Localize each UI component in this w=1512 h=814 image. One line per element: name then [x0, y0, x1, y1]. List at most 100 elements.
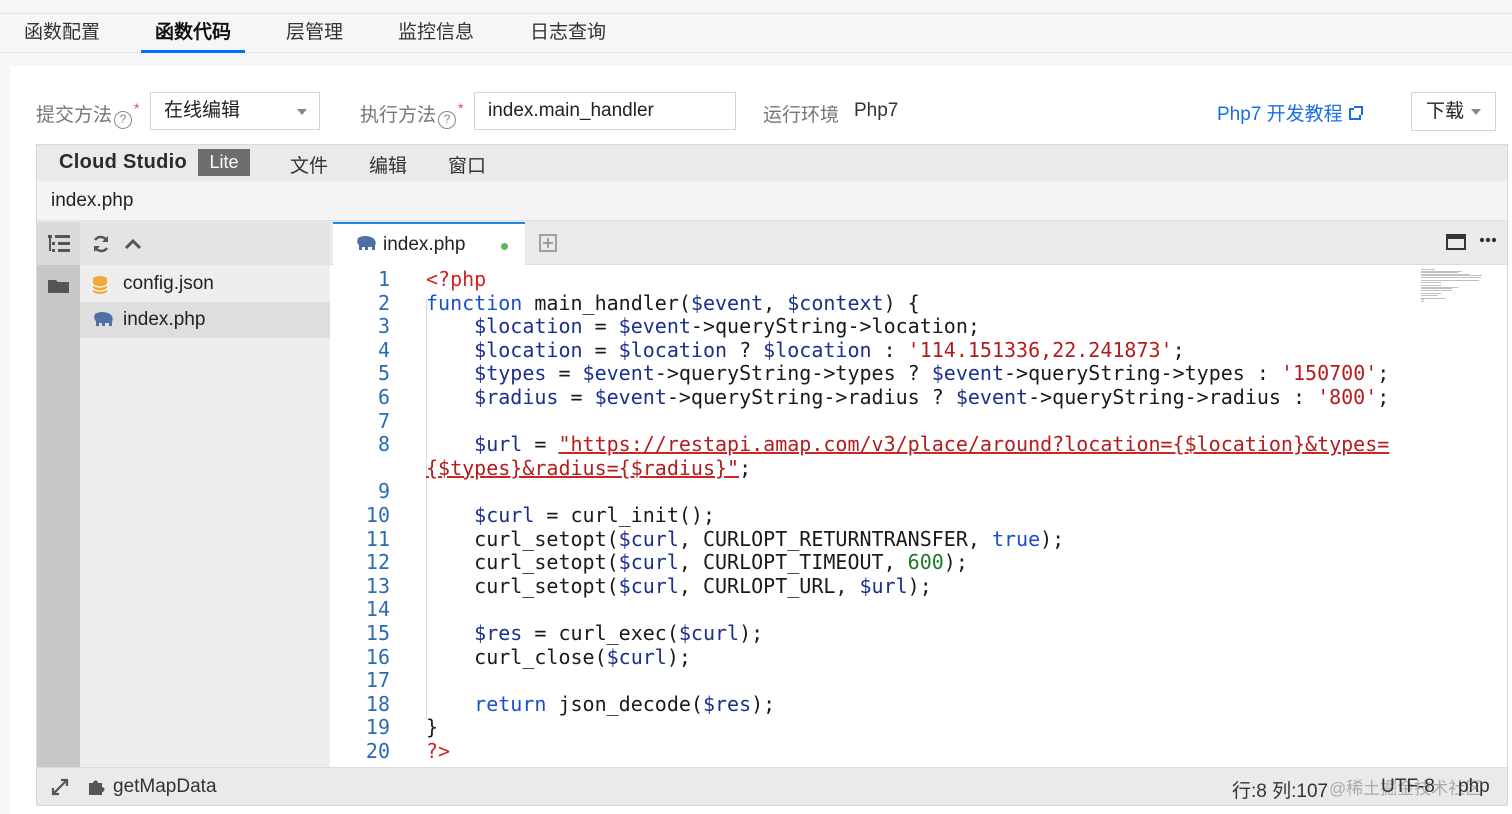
activity-bar	[37, 222, 80, 767]
code-editor[interactable]: 1 <?php 2 function main_handler($event, $co…	[330, 265, 1507, 767]
php-elephant-icon	[94, 312, 113, 326]
help-icon[interactable]: ?	[114, 111, 133, 129]
line-number: 18	[365, 691, 390, 716]
code-text: ?>	[426, 739, 451, 763]
refresh-icon[interactable]	[91, 234, 111, 254]
brand-name: Cloud Studio	[59, 151, 188, 173]
tab-function-code[interactable]: 函数代码	[141, 14, 246, 53]
code-line[interactable]: 20 ?>	[330, 739, 1420, 763]
code-line[interactable]: 10 $curl = curl_init();	[330, 503, 1420, 527]
minimap[interactable]	[1421, 269, 1489, 303]
line-number: 11	[365, 526, 390, 551]
minimap-line	[1421, 276, 1481, 278]
code-text: return json_decode($res);	[474, 691, 776, 716]
folder-icon[interactable]	[47, 277, 71, 295]
download-button[interactable]: 下载	[1411, 92, 1496, 131]
menu-file[interactable]: 文件	[290, 151, 328, 178]
code-text: $url = "https://restapi.amap.com/v3/plac…	[474, 432, 1390, 457]
code-line[interactable]: 19}	[330, 715, 1420, 739]
line-number: 17	[365, 668, 390, 693]
exec-method-label: 执行方法 ?*	[360, 100, 463, 129]
code-line[interactable]: {$types}&radius={$radius}";	[330, 456, 1420, 480]
tab-monitoring[interactable]: 监控信息	[384, 14, 488, 53]
line-number: 14	[365, 597, 390, 622]
code-line[interactable]: 6 $radius = $event->queryString->radius …	[330, 385, 1420, 409]
unsaved-dot-icon	[501, 243, 508, 250]
menu-edit[interactable]: 编辑	[369, 151, 407, 178]
chevron-down-icon	[1471, 109, 1481, 115]
exec-method-input[interactable]: index.main_handler	[474, 92, 736, 130]
code-text: curl_close($curl);	[426, 644, 691, 669]
ide-menubar: Cloud Studio Lite 文件 编辑 窗口	[37, 145, 1507, 181]
submit-method-label: 提交方法 ?*	[36, 100, 139, 129]
code-line[interactable]: 15 $res = curl_exec($curl);	[330, 621, 1420, 645]
line-number: 5	[377, 361, 390, 386]
code-line[interactable]: 2 function main_handler($event, $context)…	[330, 291, 1420, 315]
line-number: 13	[365, 573, 390, 598]
code-line[interactable]: 18 return json_decode($res);	[330, 692, 1420, 716]
php7-tutorial-link[interactable]: Php7 开发教程	[1217, 99, 1363, 126]
encoding-label[interactable]: UTF-8	[1381, 776, 1435, 798]
status-bar: getMapData 行:8 列:107 @稀土掘金技术社区 UTF-8 php	[37, 767, 1507, 805]
line-number: 2	[377, 290, 390, 315]
line-number: 6	[377, 385, 390, 409]
line-number: 4	[377, 337, 390, 362]
code-line[interactable]: 9	[330, 479, 1420, 503]
list-item[interactable]: config.json	[80, 266, 330, 302]
code-text: <?php	[426, 267, 487, 291]
tab-function-config[interactable]: 函数配置	[10, 14, 114, 53]
new-tab-icon[interactable]	[539, 234, 557, 252]
minimap-line	[1421, 289, 1452, 291]
line-number: 15	[365, 621, 390, 645]
code-text: $res = curl_exec($curl);	[474, 621, 764, 645]
collapse-up-icon[interactable]	[123, 234, 143, 254]
code-line[interactable]: 11 curl_setopt($curl, CURLOPT_RETURNTRAN…	[330, 527, 1420, 551]
code-text: function main_handler($event, $context) …	[426, 290, 920, 315]
tab-log-query[interactable]: 日志查询	[516, 14, 620, 53]
required-mark: *	[134, 100, 140, 116]
code-text: {$types}&radius={$radius}";	[426, 455, 752, 480]
code-line[interactable]: 1 <?php	[330, 267, 1420, 291]
expand-icon[interactable]	[51, 778, 69, 796]
code-line[interactable]: 13 curl_setopt($curl, CURLOPT_URL, $url)…	[330, 574, 1420, 598]
line-number: 3	[377, 314, 390, 339]
code-line[interactable]: 5 $types = $event->queryString->types ? …	[330, 361, 1420, 385]
code-text: $curl = curl_init();	[474, 503, 716, 527]
code-line[interactable]: 12 curl_setopt($curl, CURLOPT_TIMEOUT, 6…	[330, 550, 1420, 574]
code-line[interactable]: 4 $location = $location ? $location : '1…	[330, 338, 1420, 362]
tab-layer-management[interactable]: 层管理	[272, 14, 357, 53]
puzzle-icon	[89, 780, 105, 795]
tree-list-icon[interactable]	[47, 233, 71, 255]
code-line[interactable]: 17	[330, 668, 1420, 692]
database-icon	[92, 276, 108, 294]
minimap-line	[1421, 300, 1425, 302]
maximize-icon[interactable]	[1446, 234, 1466, 250]
line-number: 10	[365, 503, 390, 527]
more-options-icon[interactable]	[1479, 237, 1497, 243]
code-line[interactable]: 7	[330, 409, 1420, 433]
cursor-position[interactable]: 行:8 列:107	[1232, 776, 1328, 803]
list-item[interactable]: index.php	[80, 302, 330, 338]
minimap-line	[1421, 294, 1438, 296]
code-text: $types = $event->queryString->types ? $e…	[474, 361, 1390, 386]
code-text: curl_setopt($curl, CURLOPT_URL, $url);	[426, 573, 932, 598]
code-line[interactable]: 14	[330, 597, 1420, 621]
top-tab-bar: 函数配置 函数代码 层管理 监控信息 日志查询	[0, 13, 1512, 53]
menu-window[interactable]: 窗口	[448, 151, 486, 178]
editor-tab-index-php[interactable]: index.php	[333, 222, 525, 265]
code-text: }	[426, 715, 439, 740]
code-text: $radius = $event->queryString->radius ? …	[474, 385, 1390, 409]
help-icon[interactable]: ?	[438, 111, 457, 129]
code-line[interactable]: 3 $location = $event->queryString->locat…	[330, 314, 1420, 338]
submit-method-select[interactable]: 在线编辑	[150, 92, 320, 130]
external-link-icon	[1348, 106, 1363, 120]
code-line[interactable]: 8 $url = "https://restapi.amap.com/v3/pl…	[330, 432, 1420, 456]
line-number: 7	[377, 408, 390, 433]
task-name[interactable]: getMapData	[113, 776, 217, 798]
code-line[interactable]: 16 curl_close($curl);	[330, 645, 1420, 669]
line-number: 9	[377, 479, 390, 504]
language-label[interactable]: php	[1458, 776, 1490, 798]
runtime-env-value: Php7	[854, 100, 899, 121]
cloud-studio-ide: Cloud Studio Lite 文件 编辑 窗口 index.php con…	[36, 144, 1508, 806]
line-number: 8	[377, 432, 390, 457]
